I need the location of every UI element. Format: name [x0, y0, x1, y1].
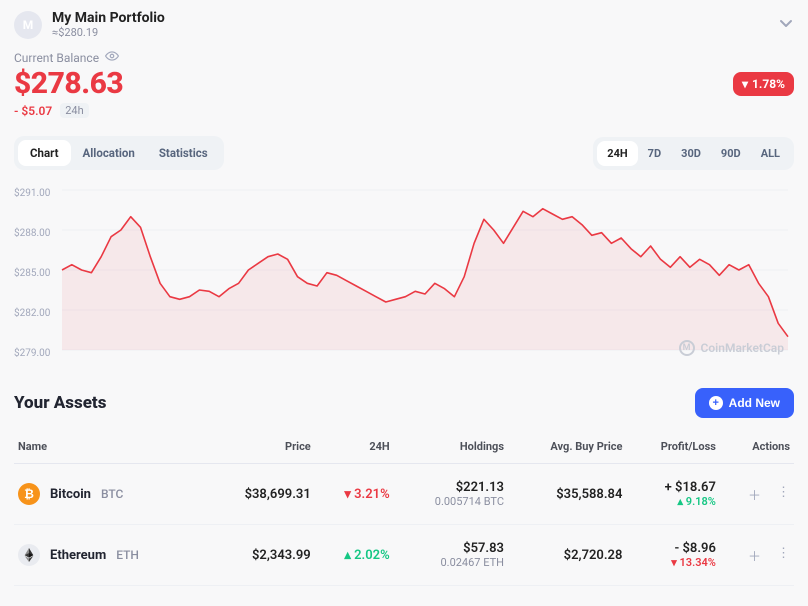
range-selector: 24H7D30D90DALL: [593, 137, 794, 170]
range-all[interactable]: ALL: [751, 141, 790, 166]
range-90d[interactable]: 90D: [711, 141, 751, 166]
coinmarketcap-icon: M: [679, 340, 695, 356]
balance-change-badge: ▾ 1.78%: [733, 72, 794, 96]
balance-delta: - $5.07: [14, 104, 52, 118]
y-tick: $279.00: [14, 348, 50, 359]
more-icon[interactable]: ⋮: [777, 546, 790, 565]
add-transaction-icon[interactable]: ＋: [748, 485, 761, 504]
coin-name: Bitcoin: [50, 487, 91, 502]
balance-label: Current Balance: [14, 49, 794, 66]
balance-window: 24h: [60, 103, 88, 118]
pl-abs: - $8.96: [630, 541, 715, 556]
portfolio-title: My Main Portfolio: [52, 10, 165, 26]
pl-pct: ▴ 9.18%: [630, 495, 715, 508]
view-tabs: ChartAllocationStatistics: [14, 136, 224, 170]
caret-down-icon: ▾: [742, 77, 748, 91]
coin-name: Ethereum: [50, 548, 106, 563]
eth-icon: [18, 544, 40, 566]
pl-abs: + $18.67: [630, 480, 715, 495]
more-icon[interactable]: ⋮: [777, 485, 790, 504]
tab-chart[interactable]: Chart: [18, 140, 71, 166]
holdings-native: 0.02467 ETH: [398, 556, 504, 569]
chevron-down-icon[interactable]: [778, 15, 794, 35]
col-actions: Actions: [720, 428, 794, 464]
balance-amount: $278.63: [14, 66, 123, 101]
avg-buy-price: $2,720.28: [564, 548, 623, 563]
assets-table: NamePrice24HHoldingsAvg. Buy PriceProfit…: [14, 428, 794, 586]
holdings-usd: $57.83: [398, 541, 504, 556]
table-row[interactable]: Ethereum ETH $2,343.99 ▴ 2.02% $57.830.0246…: [14, 525, 794, 586]
price: $2,343.99: [252, 548, 311, 563]
plus-icon: +: [709, 396, 723, 410]
coin-symbol: ETH: [116, 548, 139, 562]
coin-symbol: BTC: [101, 487, 123, 501]
holdings-native: 0.005714 BTC: [398, 495, 504, 508]
col-avg-buy-price: Avg. Buy Price: [508, 428, 626, 464]
col-profit-loss: Profit/Loss: [626, 428, 719, 464]
col--h: 24H: [315, 428, 394, 464]
portfolio-subtotal: ≈$280.19: [52, 26, 165, 39]
price: $38,699.31: [245, 487, 311, 502]
range-7d[interactable]: 7D: [638, 141, 671, 166]
range-24h[interactable]: 24H: [597, 141, 637, 166]
add-new-button[interactable]: + Add New: [695, 388, 794, 418]
y-tick: $288.00: [14, 228, 50, 239]
tab-statistics[interactable]: Statistics: [147, 140, 220, 166]
chart-watermark: M CoinMarketCap: [679, 340, 784, 356]
assets-heading: Your Assets: [14, 393, 106, 413]
range-30d[interactable]: 30D: [671, 141, 711, 166]
portfolio-header: M My Main Portfolio ≈$280.19: [14, 6, 794, 49]
eye-icon[interactable]: [105, 49, 119, 66]
y-tick: $285.00: [14, 268, 50, 279]
holdings-usd: $221.13: [398, 480, 504, 495]
change-24h: ▴ 2.02%: [344, 548, 389, 563]
portfolio-avatar: M: [14, 11, 42, 39]
y-tick: $282.00: [14, 308, 50, 319]
col-price: Price: [205, 428, 315, 464]
change-24h: ▾ 3.21%: [344, 487, 389, 502]
portfolio-chart: $291.00 $288.00 $285.00 $282.00 $279.00 M Co…: [14, 184, 794, 364]
tab-allocation[interactable]: Allocation: [71, 140, 147, 166]
btc-icon: ₿: [18, 483, 40, 505]
col-holdings: Holdings: [394, 428, 508, 464]
avg-buy-price: $35,588.84: [556, 487, 622, 502]
col-name: Name: [14, 428, 205, 464]
add-transaction-icon[interactable]: ＋: [748, 546, 761, 565]
pl-pct: ▾ 13.34%: [630, 556, 715, 569]
table-row[interactable]: ₿ Bitcoin BTC $38,699.31 ▾ 3.21% $221.130.00…: [14, 464, 794, 525]
y-tick: $291.00: [14, 188, 50, 199]
